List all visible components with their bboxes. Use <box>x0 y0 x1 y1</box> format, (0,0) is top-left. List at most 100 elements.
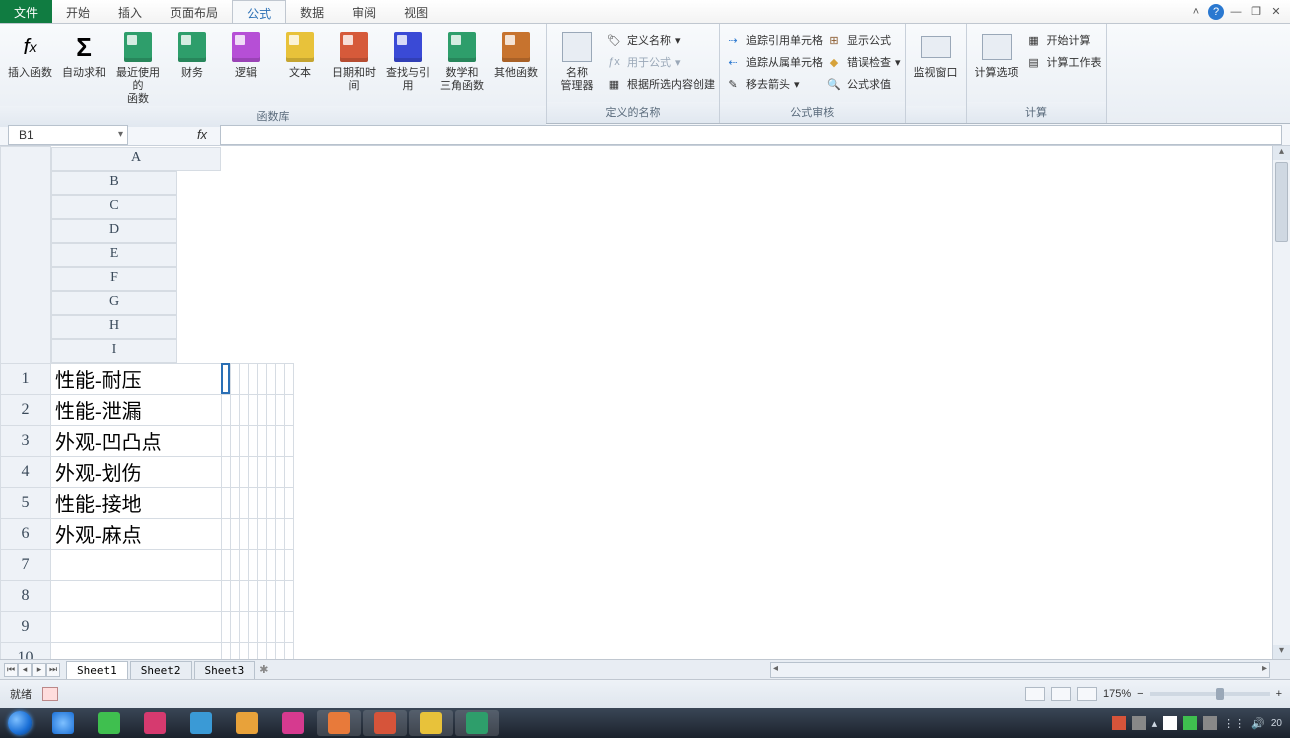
cell[interactable] <box>239 611 248 642</box>
create-from-selection-button[interactable]: ▦根据所选内容创建 <box>605 73 715 95</box>
cell[interactable] <box>257 487 266 518</box>
cell[interactable] <box>284 487 293 518</box>
cell[interactable] <box>257 363 266 394</box>
cell[interactable] <box>221 580 230 611</box>
row-header[interactable]: 3 <box>1 425 51 456</box>
cell[interactable] <box>275 580 284 611</box>
cell[interactable] <box>275 611 284 642</box>
logical-button[interactable]: 逻辑 <box>220 27 272 80</box>
cell[interactable] <box>239 394 248 425</box>
column-header[interactable]: G <box>51 291 177 315</box>
cell[interactable] <box>284 394 293 425</box>
cell[interactable] <box>266 394 275 425</box>
column-header[interactable]: E <box>51 243 177 267</box>
cell[interactable]: 性能-耐压 <box>51 363 222 394</box>
tab-nav-last-icon[interactable]: ⏭ <box>46 663 60 677</box>
cell[interactable] <box>248 642 257 659</box>
tray-volume-icon[interactable]: 🔊 <box>1251 717 1265 730</box>
cell[interactable] <box>248 487 257 518</box>
column-header[interactable]: H <box>51 315 177 339</box>
taskbar-item[interactable] <box>133 710 177 736</box>
macro-record-icon[interactable] <box>42 687 58 701</box>
cell[interactable] <box>257 580 266 611</box>
cell[interactable] <box>51 611 222 642</box>
cell[interactable]: 外观-麻点 <box>51 518 222 549</box>
zoom-in-icon[interactable]: + <box>1276 688 1282 700</box>
evaluate-formula-button[interactable]: 🔍公式求值 <box>825 73 901 95</box>
autosum-button[interactable]: Σ 自动求和 <box>58 27 110 80</box>
view-pagebreak-icon[interactable] <box>1077 687 1097 701</box>
zoom-slider[interactable] <box>1150 692 1270 696</box>
vertical-scrollbar[interactable] <box>1272 146 1290 659</box>
start-button[interactable] <box>0 708 40 738</box>
cell[interactable] <box>257 425 266 456</box>
cell[interactable] <box>248 363 257 394</box>
cell[interactable]: 外观-凹凸点 <box>51 425 222 456</box>
spreadsheet-grid[interactable]: A B C D E F G H I 1性能-耐压2性能-泄漏3外观-凹凸点4外观… <box>0 146 294 659</box>
trace-precedents-button[interactable]: ⇢追踪引用单元格 <box>724 29 823 51</box>
insert-function-button[interactable]: fx 插入函数 <box>4 27 56 80</box>
recent-functions-button[interactable]: 最近使用的 函数 <box>112 27 164 106</box>
cell[interactable] <box>239 518 248 549</box>
cell[interactable] <box>284 611 293 642</box>
define-name-button[interactable]: 🏷定义名称 ▾ <box>605 29 715 51</box>
cell[interactable] <box>257 518 266 549</box>
tray-up-icon[interactable]: ▴ <box>1152 717 1158 730</box>
cell[interactable] <box>221 611 230 642</box>
cell[interactable] <box>230 425 239 456</box>
cell[interactable] <box>266 425 275 456</box>
window-minimize-icon[interactable]: — <box>1228 4 1244 20</box>
sheet-tab[interactable]: Sheet2 <box>130 661 192 679</box>
cell[interactable] <box>275 363 284 394</box>
tray-network-icon[interactable] <box>1203 716 1217 730</box>
horizontal-scrollbar[interactable] <box>770 662 1270 678</box>
column-header[interactable]: I <box>51 339 177 363</box>
column-header[interactable]: A <box>51 147 221 171</box>
ribbon-minimize-icon[interactable]: ˄ <box>1188 4 1204 20</box>
tab-nav-prev-icon[interactable]: ◂ <box>18 663 32 677</box>
cell[interactable] <box>266 549 275 580</box>
taskbar-item[interactable] <box>41 710 85 736</box>
cell[interactable] <box>275 518 284 549</box>
window-close-icon[interactable]: ✕ <box>1268 4 1284 20</box>
cell[interactable] <box>257 549 266 580</box>
cell[interactable] <box>257 456 266 487</box>
cell[interactable] <box>266 363 275 394</box>
cell[interactable] <box>239 456 248 487</box>
watch-window-button[interactable]: 监视窗口 <box>910 27 962 80</box>
sheet-tab[interactable]: Sheet1 <box>66 661 128 679</box>
zoom-out-icon[interactable]: − <box>1137 688 1143 700</box>
cell[interactable] <box>230 549 239 580</box>
financial-button[interactable]: 财务 <box>166 27 218 80</box>
tab-layout[interactable]: 页面布局 <box>156 0 232 23</box>
cell[interactable] <box>239 363 248 394</box>
row-header[interactable]: 7 <box>1 549 51 580</box>
cell[interactable] <box>266 611 275 642</box>
cell[interactable] <box>248 394 257 425</box>
cell[interactable] <box>248 611 257 642</box>
taskbar-item[interactable] <box>225 710 269 736</box>
cell[interactable] <box>221 363 230 394</box>
cell[interactable] <box>221 456 230 487</box>
zoom-level[interactable]: 175% <box>1103 688 1131 700</box>
cell[interactable] <box>257 394 266 425</box>
tab-nav-first-icon[interactable]: ⏮ <box>4 663 18 677</box>
tab-file[interactable]: 文件 <box>0 0 52 23</box>
remove-arrows-button[interactable]: ✎移去箭头 ▾ <box>724 73 823 95</box>
cell[interactable] <box>266 487 275 518</box>
text-button[interactable]: 文本 <box>274 27 326 80</box>
cell[interactable]: 性能-接地 <box>51 487 222 518</box>
trace-dependents-button[interactable]: ⇠追踪从属单元格 <box>724 51 823 73</box>
cell[interactable] <box>221 549 230 580</box>
row-header[interactable]: 10 <box>1 642 51 659</box>
cell[interactable] <box>230 394 239 425</box>
cell[interactable] <box>248 456 257 487</box>
taskbar-item[interactable] <box>87 710 131 736</box>
sheet-tab[interactable]: Sheet3 <box>194 661 256 679</box>
name-manager-button[interactable]: 名称 管理器 <box>551 27 603 93</box>
column-header[interactable]: D <box>51 219 177 243</box>
cell[interactable] <box>266 456 275 487</box>
worksheet-area[interactable]: A B C D E F G H I 1性能-耐压2性能-泄漏3外观-凹凸点4外观… <box>0 146 1272 659</box>
cell[interactable] <box>221 518 230 549</box>
tray-clock[interactable]: 20 <box>1271 718 1282 729</box>
